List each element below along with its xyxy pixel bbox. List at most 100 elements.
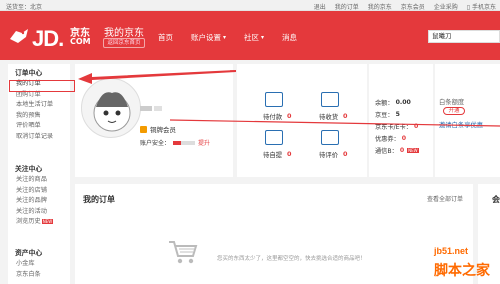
sidebar-group-assets: 资产中心 小金库 京东白条 <box>8 248 70 280</box>
nickname-blur-icon <box>140 106 162 111</box>
asset-value: 0 <box>399 147 405 154</box>
asset-tongxin[interactable]: 通信B： 0 NEW <box>375 146 419 155</box>
nav-home[interactable]: 首页 <box>158 32 173 43</box>
view-all-orders-link[interactable]: 查看全部订单 <box>427 194 463 203</box>
sidebar-item-baitiao[interactable]: 京东白条 <box>8 270 70 281</box>
delivery-location[interactable]: 送货至：北京 <box>6 2 42 11</box>
credit-open-button[interactable]: 开通 <box>443 107 465 115</box>
profile-card: 铜牌会员 账户安全： 提升 <box>75 64 233 177</box>
nav-home-label: 首页 <box>158 33 173 42</box>
asset-label: 通信B： <box>375 148 398 155</box>
vip-icon <box>140 125 147 133</box>
back-home-button[interactable]: 返回京东首页 <box>103 38 145 48</box>
page-title: 我的京东 <box>104 28 144 39</box>
sidebar-item-followed-products[interactable]: 关注的商品 <box>8 175 70 186</box>
sidebar-item-xiaojinku[interactable]: 小金库 <box>8 259 70 270</box>
status-pending-review[interactable]: 待评价 0 <box>293 130 349 166</box>
top-link-mobile-jd[interactable]: ▯ 手机京东 <box>467 2 496 11</box>
status-count: 0 <box>287 112 292 120</box>
top-link-logout[interactable]: 退出 <box>314 2 326 11</box>
asset-value: 0.00 <box>395 99 411 106</box>
order-status-panel: 待付款 0 待收货 0 待自提 0 待评价 0 <box>237 64 367 177</box>
asset-value: 0 <box>401 135 407 142</box>
highlight-box <box>9 80 75 92</box>
account-safety-label: 账户安全： <box>140 140 171 147</box>
new-badge: NEW <box>41 218 54 224</box>
asset-coupons[interactable]: 优惠券： 0 <box>375 134 406 143</box>
nav-account-settings[interactable]: 账户设置 ▾ <box>191 32 226 43</box>
jd-dog-icon <box>10 29 28 43</box>
asset-value: 0 <box>413 123 419 130</box>
asset-label: 余额： <box>375 100 394 107</box>
asset-label: 京东卡/E卡： <box>375 124 412 131</box>
right-panel-title: 会 <box>492 195 500 204</box>
status-count: 0 <box>343 150 348 158</box>
logo-com-text: COM <box>70 37 91 46</box>
asset-jingdou[interactable]: 京豆： 5 <box>375 110 400 119</box>
sidebar-item-reviews[interactable]: 评价晒单 <box>8 121 70 132</box>
member-level-label: 铜牌会员 <box>150 126 176 134</box>
cart-icon <box>169 241 198 264</box>
sidebar-item-followed-activities[interactable]: 关注的活动 <box>8 207 70 218</box>
top-bar: 送货至：北京 退出 我的订单 我的京东 京东会员 企业采购 ▯ 手机京东 <box>0 0 500 11</box>
wallet-icon <box>265 92 283 107</box>
new-badge: NEW <box>407 148 419 153</box>
asset-label: 京豆： <box>375 112 394 119</box>
truck-icon <box>321 92 339 107</box>
upgrade-link[interactable]: 提升 <box>198 138 210 147</box>
account-safety: 账户安全： 提升 <box>140 138 210 147</box>
status-label: 待自提 <box>263 151 283 159</box>
status-count: 0 <box>343 112 348 120</box>
chevron-down-icon: ▾ <box>261 34 265 41</box>
my-orders-panel: 我的订单 查看全部订单 您买的东西太少了，这里都空空的，快去挑选合适的商品吧！ <box>75 184 473 284</box>
nav-messages[interactable]: 消息 <box>282 32 297 43</box>
sidebar-group-follow: 关注中心 关注的商品 关注的店铺 关注的品牌 关注的活动 浏览历史 NEW <box>8 164 70 228</box>
sidebar-item-presale[interactable]: 我的预售 <box>8 111 70 122</box>
avatar-face-icon <box>93 92 131 132</box>
credit-invite-link[interactable]: 邀请白条享优惠 <box>439 120 483 129</box>
main-nav: 首页 账户设置 ▾ 社区 ▾ 消息 <box>158 32 297 43</box>
status-pending-pickup[interactable]: 待自提 0 <box>237 130 293 166</box>
asset-value: 5 <box>395 111 400 118</box>
asset-ecard[interactable]: 京东卡/E卡： 0 <box>375 122 418 131</box>
sidebar: 订单中心 我的订单 团购订单 本地生活订单 我的预售 评价晒单 取消订单记录 关… <box>8 64 70 284</box>
top-link-jd-member[interactable]: 京东会员 <box>401 2 425 11</box>
top-link-enterprise[interactable]: 企业采购 <box>434 2 458 11</box>
credit-panel: 白条额度 开通 邀请白条享优惠 <box>435 64 500 177</box>
top-links: 退出 我的订单 我的京东 京东会员 企业采购 ▯ 手机京东 <box>314 2 496 11</box>
assets-panel: 余额： 0.00 京豆： 5 京东卡/E卡： 0 优惠券： 0 通信B： 0 NEW <box>369 64 433 177</box>
member-level[interactable]: 铜牌会员 <box>140 124 176 134</box>
sidebar-item-followed-shops[interactable]: 关注的店铺 <box>8 186 70 197</box>
chevron-down-icon: ▾ <box>223 34 227 41</box>
sidebar-group-title: 订单中心 <box>15 69 43 77</box>
sidebar-item-history-label: 浏览历史 <box>16 218 41 225</box>
asset-label: 优惠券： <box>375 136 400 143</box>
sidebar-group-title: 关注中心 <box>15 165 43 173</box>
nav-messages-label: 消息 <box>282 33 298 42</box>
top-link-my-orders[interactable]: 我的订单 <box>335 2 359 11</box>
sidebar-item-history[interactable]: 浏览历史 NEW <box>8 217 70 228</box>
status-pending-receipt[interactable]: 待收货 0 <box>293 92 349 128</box>
status-label: 待评价 <box>319 151 339 159</box>
watermark: jb51.net 脚本之家 <box>432 246 500 284</box>
credit-title: 白条额度 <box>439 99 465 106</box>
search-input[interactable]: 鼠曦刀 <box>428 30 500 43</box>
nav-community-label: 社区 <box>244 33 260 42</box>
status-pending-payment[interactable]: 待付款 0 <box>237 92 293 128</box>
jd-logo[interactable]: JD. 京东 COM <box>8 19 98 53</box>
top-link-my-jd[interactable]: 我的京东 <box>368 2 392 11</box>
sidebar-item-cancelled[interactable]: 取消订单记录 <box>8 132 70 143</box>
avatar[interactable] <box>81 78 141 138</box>
pickup-icon <box>265 130 283 145</box>
status-label: 待收货 <box>319 113 339 121</box>
top-link-mobile-label: 手机京东 <box>471 4 496 11</box>
empty-orders-text: 您买的东西太少了，这里都空空的，快去挑选合适的商品吧！ <box>217 256 366 262</box>
sidebar-item-local-orders[interactable]: 本地生活订单 <box>8 100 70 111</box>
nav-community[interactable]: 社区 ▾ <box>244 32 264 43</box>
asset-balance[interactable]: 余额： 0.00 <box>375 98 411 107</box>
sidebar-item-followed-brands[interactable]: 关注的品牌 <box>8 196 70 207</box>
sidebar-group-title: 资产中心 <box>15 249 43 257</box>
safety-bar <box>173 140 196 145</box>
watermark-site: jb51.net <box>434 246 469 256</box>
nav-account-settings-label: 账户设置 <box>191 33 221 42</box>
